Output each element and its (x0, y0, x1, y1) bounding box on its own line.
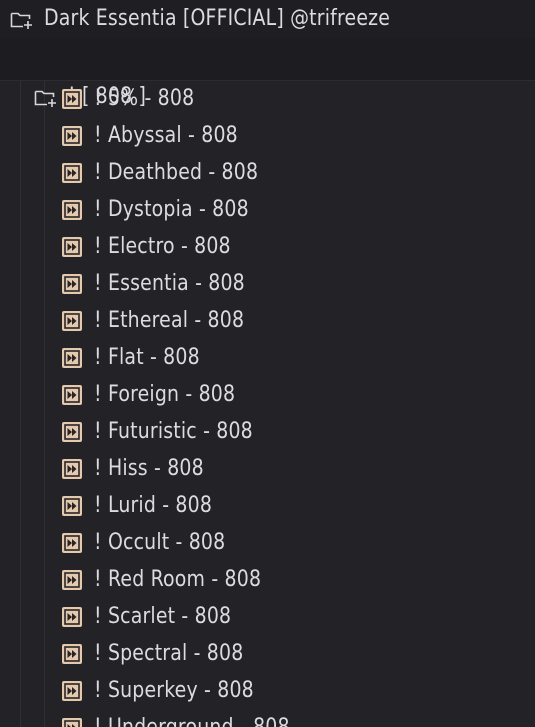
file-label: ! Scarlet - 808 (94, 604, 232, 629)
file-label: ! Flat - 808 (94, 345, 200, 370)
audio-file-icon (62, 89, 82, 109)
file-row[interactable]: ! Futuristic - 808 (0, 414, 535, 451)
file-row[interactable]: ! Ethereal - 808 (0, 303, 535, 340)
subfolder-row[interactable]: ! [ 808 ] (0, 38, 535, 108)
audio-file-icon (62, 459, 82, 479)
file-row[interactable]: ! Underground - 808 (0, 710, 535, 727)
file-label: ! Underground - 808 (94, 717, 290, 727)
file-label: ! Lurid - 808 (94, 493, 213, 518)
file-label: ! Occult - 808 (94, 530, 226, 555)
file-label: ! Spectral - 808 (94, 641, 244, 666)
audio-file-icon (62, 496, 82, 516)
file-row[interactable]: ! Electro - 808 (0, 229, 535, 266)
file-row[interactable]: ! 5% - 808 (0, 81, 535, 118)
audio-file-icon (62, 274, 82, 294)
file-label: ! Dystopia - 808 (94, 197, 249, 222)
file-label: ! Deathbed - 808 (94, 160, 259, 185)
browser-tree: Dark Essentia [OFFICIAL] @trifreeze ! [ … (0, 0, 535, 727)
root-folder-label: Dark Essentia [OFFICIAL] @trifreeze (44, 6, 391, 31)
file-row[interactable]: ! Foreign - 808 (0, 377, 535, 414)
file-label: ! Futuristic - 808 (94, 419, 253, 444)
file-row[interactable]: ! Occult - 808 (0, 525, 535, 562)
audio-file-icon (62, 237, 82, 257)
file-row[interactable]: ! Flat - 808 (0, 340, 535, 377)
audio-file-icon (62, 570, 82, 590)
file-label: ! 5% - 808 (94, 86, 195, 111)
file-row[interactable]: ! Deathbed - 808 (0, 155, 535, 192)
file-label: ! Foreign - 808 (94, 382, 236, 407)
audio-file-icon (62, 348, 82, 368)
audio-file-icon (62, 311, 82, 331)
file-row[interactable]: ! Lurid - 808 (0, 488, 535, 525)
file-label: ! Hiss - 808 (94, 456, 204, 481)
file-label: ! Abyssal - 808 (94, 123, 238, 148)
audio-file-icon (62, 422, 82, 442)
audio-file-icon (62, 385, 82, 405)
file-row[interactable]: ! Dystopia - 808 (0, 192, 535, 229)
file-row[interactable]: ! Abyssal - 808 (0, 118, 535, 155)
audio-file-icon (62, 607, 82, 627)
file-row[interactable]: ! Essentia - 808 (0, 266, 535, 303)
audio-file-icon (62, 533, 82, 553)
folder-plus-icon (10, 10, 34, 30)
file-row[interactable]: ! Red Room - 808 (0, 562, 535, 599)
file-row[interactable]: ! Spectral - 808 (0, 636, 535, 673)
audio-file-icon (62, 163, 82, 183)
audio-file-icon (62, 718, 82, 727)
file-label: ! Essentia - 808 (94, 271, 245, 296)
file-row[interactable]: ! Superkey - 808 (0, 673, 535, 710)
file-label: ! Ethereal - 808 (94, 308, 245, 333)
root-folder-row[interactable]: Dark Essentia [OFFICIAL] @trifreeze (0, 0, 535, 38)
audio-file-icon (62, 200, 82, 220)
audio-file-icon (62, 681, 82, 701)
file-row[interactable]: ! Hiss - 808 (0, 451, 535, 488)
file-row[interactable]: ! Scarlet - 808 (0, 599, 535, 636)
file-label: ! Red Room - 808 (94, 567, 262, 592)
file-label: ! Electro - 808 (94, 234, 231, 259)
audio-file-icon (62, 644, 82, 664)
audio-file-icon (62, 126, 82, 146)
file-label: ! Superkey - 808 (94, 678, 254, 703)
